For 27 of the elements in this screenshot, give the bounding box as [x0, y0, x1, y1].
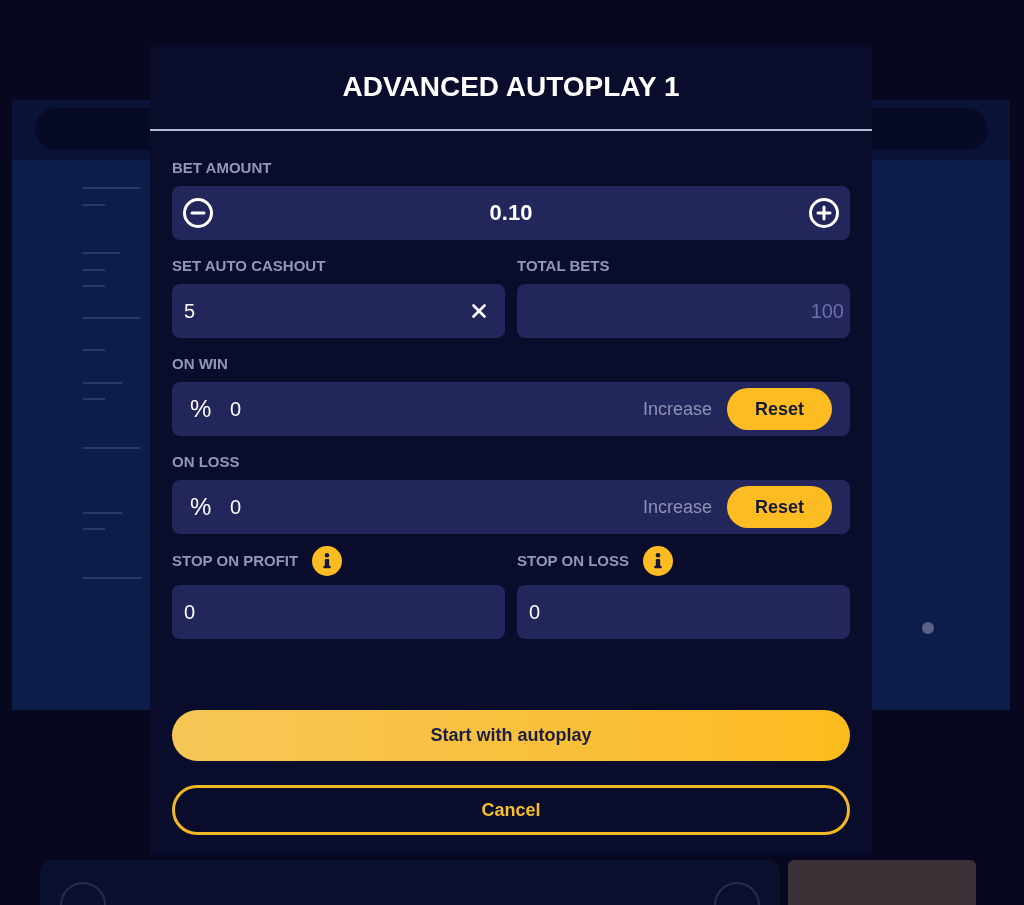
field-label: SET AUTO CASHOUT	[172, 257, 326, 275]
plus-icon[interactable]	[809, 198, 839, 228]
field-label: BET AMOUNT	[172, 159, 272, 177]
field-label: STOP ON LOSS	[517, 552, 629, 570]
field-label: ON WIN	[172, 355, 228, 373]
cancel-button[interactable]: Cancel	[172, 785, 850, 835]
info-icon[interactable]	[643, 546, 673, 576]
clear-icon[interactable]	[472, 304, 486, 318]
dialog-title: ADVANCED AUTOPLAY 1	[342, 70, 680, 104]
bet-amount-input[interactable]: 0.10	[172, 186, 850, 240]
auto-cashout-input[interactable]: 5	[172, 284, 505, 338]
stop-limit-input[interactable]: 0	[517, 585, 850, 639]
glow-dot-icon	[922, 622, 934, 634]
stop-limit-input[interactable]: 0	[172, 585, 505, 639]
total-bets-input[interactable]: 100	[517, 284, 850, 338]
percent-sign: %	[190, 395, 212, 423]
mode-option[interactable]: Increase	[642, 388, 712, 430]
field-label: TOTAL BETS	[517, 257, 610, 275]
field-label: ON LOSS	[172, 453, 240, 471]
field-label: STOP ON PROFIT	[172, 552, 299, 570]
mode-option[interactable]: Reset	[726, 388, 832, 430]
percent-sign: %	[190, 493, 212, 521]
start-autoplay-button[interactable]: Start with autoplay	[172, 710, 850, 761]
info-icon[interactable]	[312, 546, 343, 576]
mode-option[interactable]: Reset	[726, 486, 832, 528]
mode-option[interactable]: Increase	[642, 486, 712, 528]
minus-icon[interactable]	[183, 198, 213, 228]
